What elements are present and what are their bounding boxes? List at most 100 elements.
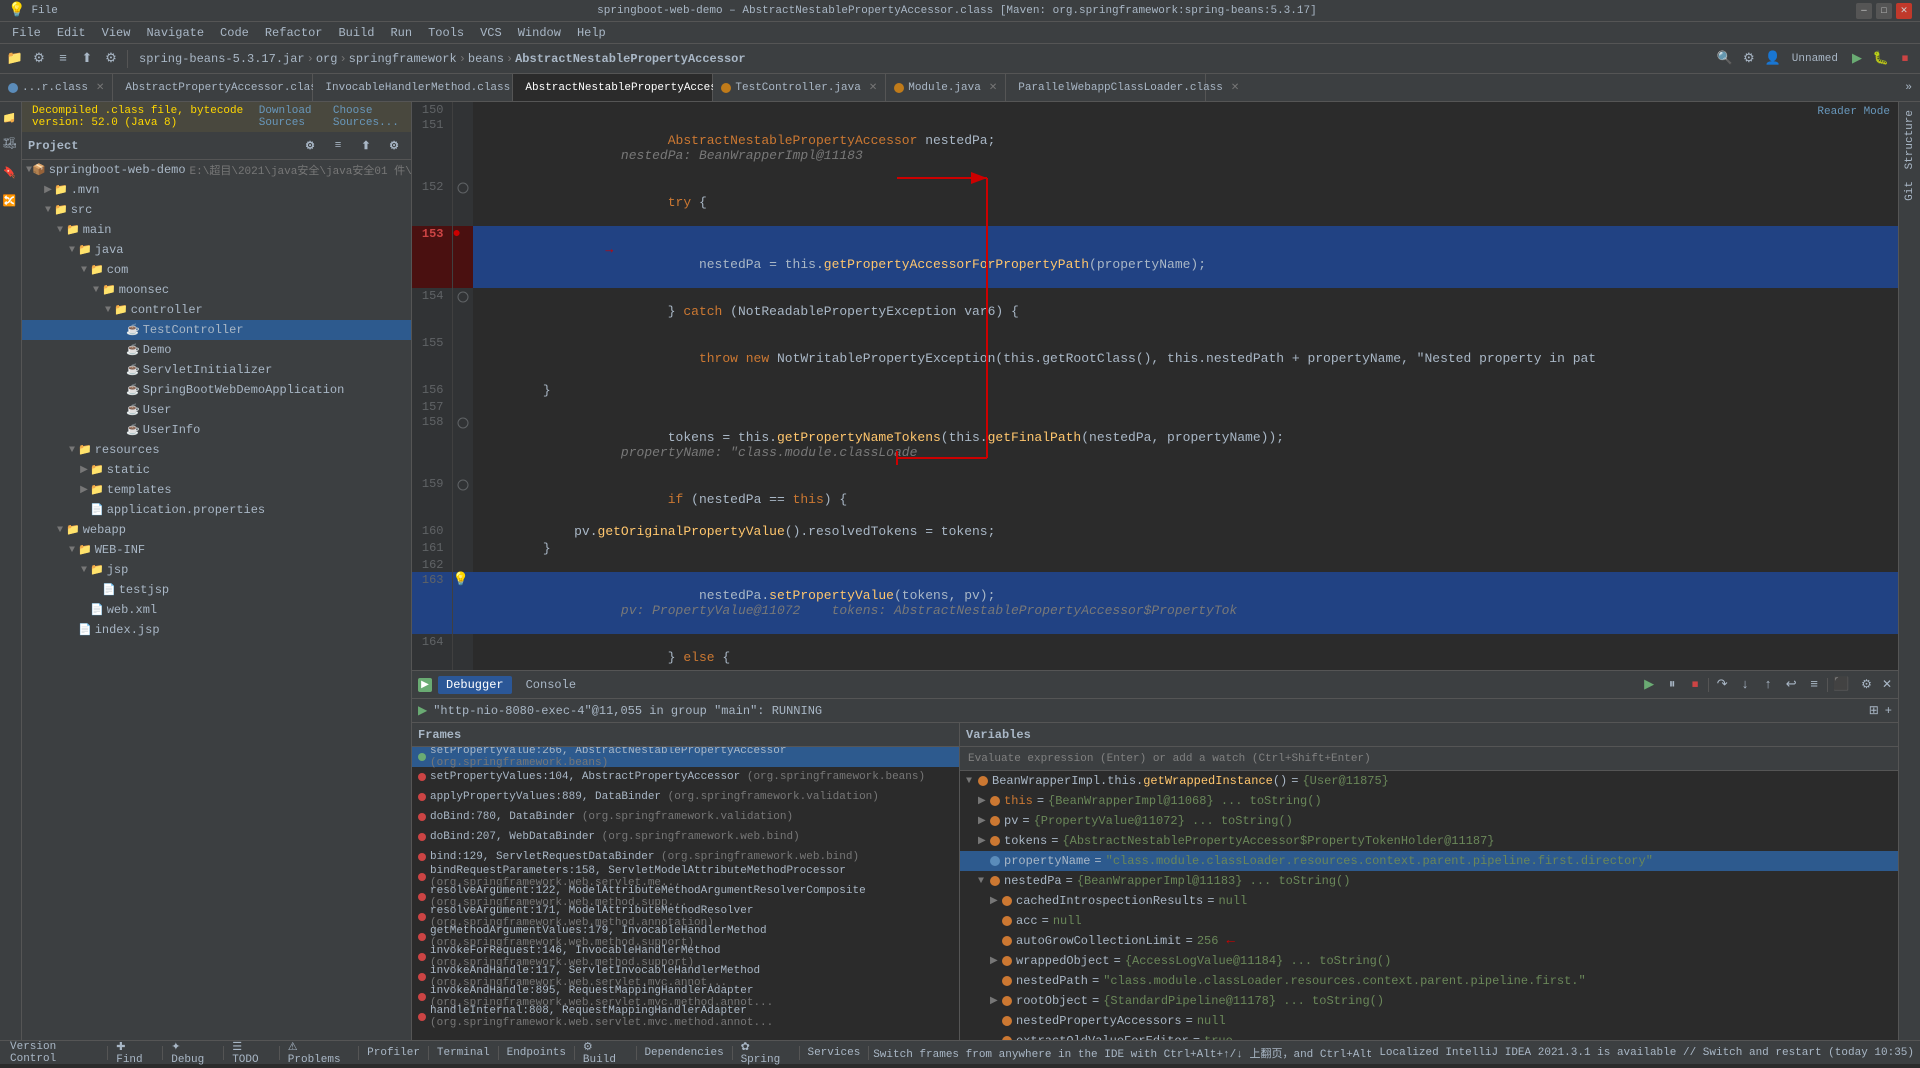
tree-userinfo[interactable]: ☕ UserInfo [22,420,411,440]
project-settings[interactable]: ⚙ [383,135,405,157]
tree-springboot-app[interactable]: ☕ SpringBootWebDemoApplication [22,380,411,400]
debug-stop-btn[interactable]: ⏹ [1685,675,1705,695]
toolbar-btn1[interactable]: ⚙ [28,48,50,70]
tree-testjsp[interactable]: 📄 testjsp [22,580,411,600]
tree-com[interactable]: ▼ 📁 com [22,260,411,280]
tab-3[interactable]: AbstractNestablePropertyAccessor.class ✕ [513,74,713,101]
thread-add-btn[interactable]: + [1885,704,1892,718]
frame-5[interactable]: bind:129, ServletRequestDataBinder (org.… [412,847,959,867]
debug-evaluate[interactable]: ≡ [1804,675,1824,695]
menu-file[interactable]: File [4,24,49,42]
tree-webapp[interactable]: ▼ 📁 webapp [22,520,411,540]
menu-help[interactable]: Help [569,24,614,42]
status-services[interactable]: Services [803,1045,864,1061]
settings-icon[interactable]: ⚙ [1738,48,1760,70]
tree-user[interactable]: ☕ User [22,400,411,420]
breadcrumb-class[interactable]: AbstractNestablePropertyAccessor [515,52,745,66]
tree-webinf[interactable]: ▼ 📁 WEB-INF [22,540,411,560]
tree-testcontroller[interactable]: ☕ TestController [22,320,411,340]
tree-templates[interactable]: ▶ 📁 templates [22,480,411,500]
tabs-more[interactable]: » [1897,74,1920,101]
var-5g[interactable]: nestedPropertyAccessors = null [960,1011,1898,1031]
debug-close-btn[interactable]: ✕ [1882,677,1892,692]
tree-jsp[interactable]: ▼ 📁 jsp [22,560,411,580]
frame-7[interactable]: resolveArgument:122, ModelAttributeMetho… [412,887,959,907]
menu-view[interactable]: View [94,24,139,42]
status-dependencies[interactable]: Dependencies [640,1045,727,1061]
code-scroll[interactable]: Reader Mode 150 151 [412,102,1898,670]
tree-static[interactable]: ▶ 📁 static [22,460,411,480]
tab-close-4[interactable]: ✕ [869,82,877,94]
download-sources-link[interactable]: Download Sources [259,105,323,129]
var-2[interactable]: ▶ pv = {PropertyValue@11072} ... toStrin… [960,811,1898,831]
tree-webxml[interactable]: 📄 web.xml [22,600,411,620]
var-5c[interactable]: autoGrowCollectionLimit = 256 ← [960,931,1898,951]
menu-tools[interactable]: Tools [420,24,472,42]
debug-pause-btn[interactable]: ⏸ [1662,675,1682,695]
frame-13[interactable]: handleInternal:808, RequestMappingHandle… [412,1007,959,1027]
breadcrumb-jar[interactable]: spring-beans-5.3.17.jar [139,52,305,66]
tree-resources[interactable]: ▼ 📁 resources [22,440,411,460]
menu-window[interactable]: Window [510,24,569,42]
frame-6[interactable]: bindRequestParameters:158, ServletModelA… [412,867,959,887]
menu-navigate[interactable]: Navigate [138,24,212,42]
project-collapse[interactable]: ≡ [327,135,349,157]
debug-tab-console[interactable]: Console [518,676,584,694]
choose-sources-link[interactable]: Choose Sources... [333,105,401,129]
file-menu[interactable]: File [31,5,57,17]
debug-resume-btn[interactable]: ▶ [1639,675,1659,695]
var-0[interactable]: ▼ BeanWrapperImpl.this.getWrappedInstanc… [960,771,1898,791]
toolbar-btn2[interactable]: ≡ [52,48,74,70]
menu-edit[interactable]: Edit [49,24,94,42]
project-up[interactable]: ⬆ [355,135,377,157]
var-3[interactable]: ▶ tokens = {AbstractNestablePropertyAcce… [960,831,1898,851]
status-todo[interactable]: ☰ TODO [228,1038,275,1068]
tree-controller[interactable]: ▼ 📁 controller [22,300,411,320]
right-panel-btn1[interactable]: Structure [1902,106,1918,173]
tab-close-0[interactable]: ✕ [96,82,104,94]
tab-5[interactable]: Module.java ✕ [886,74,1006,101]
status-build[interactable]: ⚙ Build [579,1038,632,1068]
status-debug-btn[interactable]: ✦ Debug [167,1038,219,1068]
project-icon[interactable]: 📁 [4,48,26,70]
debug-run-cursor[interactable]: ↩ [1781,675,1801,695]
var-4[interactable]: propertyName = "class.module.classLoader… [960,851,1898,871]
maximize-button[interactable]: □ [1876,3,1892,19]
debug-restore-layout[interactable]: ⬛ [1831,675,1851,695]
var-5[interactable]: ▼ nestedPa = {BeanWrapperImpl@11183} ...… [960,871,1898,891]
status-endpoints[interactable]: Endpoints [503,1045,570,1061]
menu-vcs[interactable]: VCS [472,24,510,42]
debug-step-into[interactable]: ↓ [1735,675,1755,695]
tree-demo[interactable]: ☕ Demo [22,340,411,360]
debug-step-out[interactable]: ↑ [1758,675,1778,695]
tree-java[interactable]: ▼ 📁 java [22,240,411,260]
frame-3[interactable]: doBind:780, DataBinder (org.springframew… [412,807,959,827]
debug-tab-debugger[interactable]: Debugger [438,676,512,694]
var-1[interactable]: ▶ this = {BeanWrapperImpl@11068} ... toS… [960,791,1898,811]
toolbar-settings[interactable]: ⚙ [100,48,122,70]
var-5a[interactable]: ▶ cachedIntrospectionResults = null [960,891,1898,911]
tab-close-6[interactable]: ✕ [1231,82,1239,94]
menu-code[interactable]: Code [212,24,257,42]
git-icon[interactable]: 🔀 [2,189,19,210]
thread-filter-btn[interactable]: ⊞ [1869,703,1879,718]
menu-run[interactable]: Run [382,24,420,42]
frame-4[interactable]: doBind:207, WebDataBinder (org.springfra… [412,827,959,847]
tab-0[interactable]: ...r.class ✕ [0,74,113,101]
project-gear[interactable]: ⚙ [299,135,321,157]
tab-6[interactable]: ParallelWebappClassLoader.class ✕ [1006,74,1206,101]
structure-icon[interactable]: 🏗 [2,133,19,155]
var-5e[interactable]: nestedPath = "class.module.classLoader.r… [960,971,1898,991]
tab-4[interactable]: TestController.java ✕ [713,74,886,101]
tab-close-5[interactable]: ✕ [989,82,997,94]
status-spring[interactable]: ✿ Spring [737,1038,795,1068]
frame-9[interactable]: getMethodArgumentValues:179, InvocableHa… [412,927,959,947]
var-5d[interactable]: ▶ wrappedObject = {AccessLogValue@11184}… [960,951,1898,971]
profile-icon[interactable]: 👤 [1762,48,1784,70]
run-icon[interactable]: ▶ [1846,48,1868,70]
var-5f[interactable]: ▶ rootObject = {StandardPipeline@11178} … [960,991,1898,1011]
right-panel-btn2[interactable]: Git [1902,177,1918,205]
frame-10[interactable]: invokeForRequest:146, InvocableHandlerMe… [412,947,959,967]
frame-8[interactable]: resolveArgument:171, ModelAttributeMetho… [412,907,959,927]
bookmarks-icon[interactable]: 🔖 [2,161,19,182]
